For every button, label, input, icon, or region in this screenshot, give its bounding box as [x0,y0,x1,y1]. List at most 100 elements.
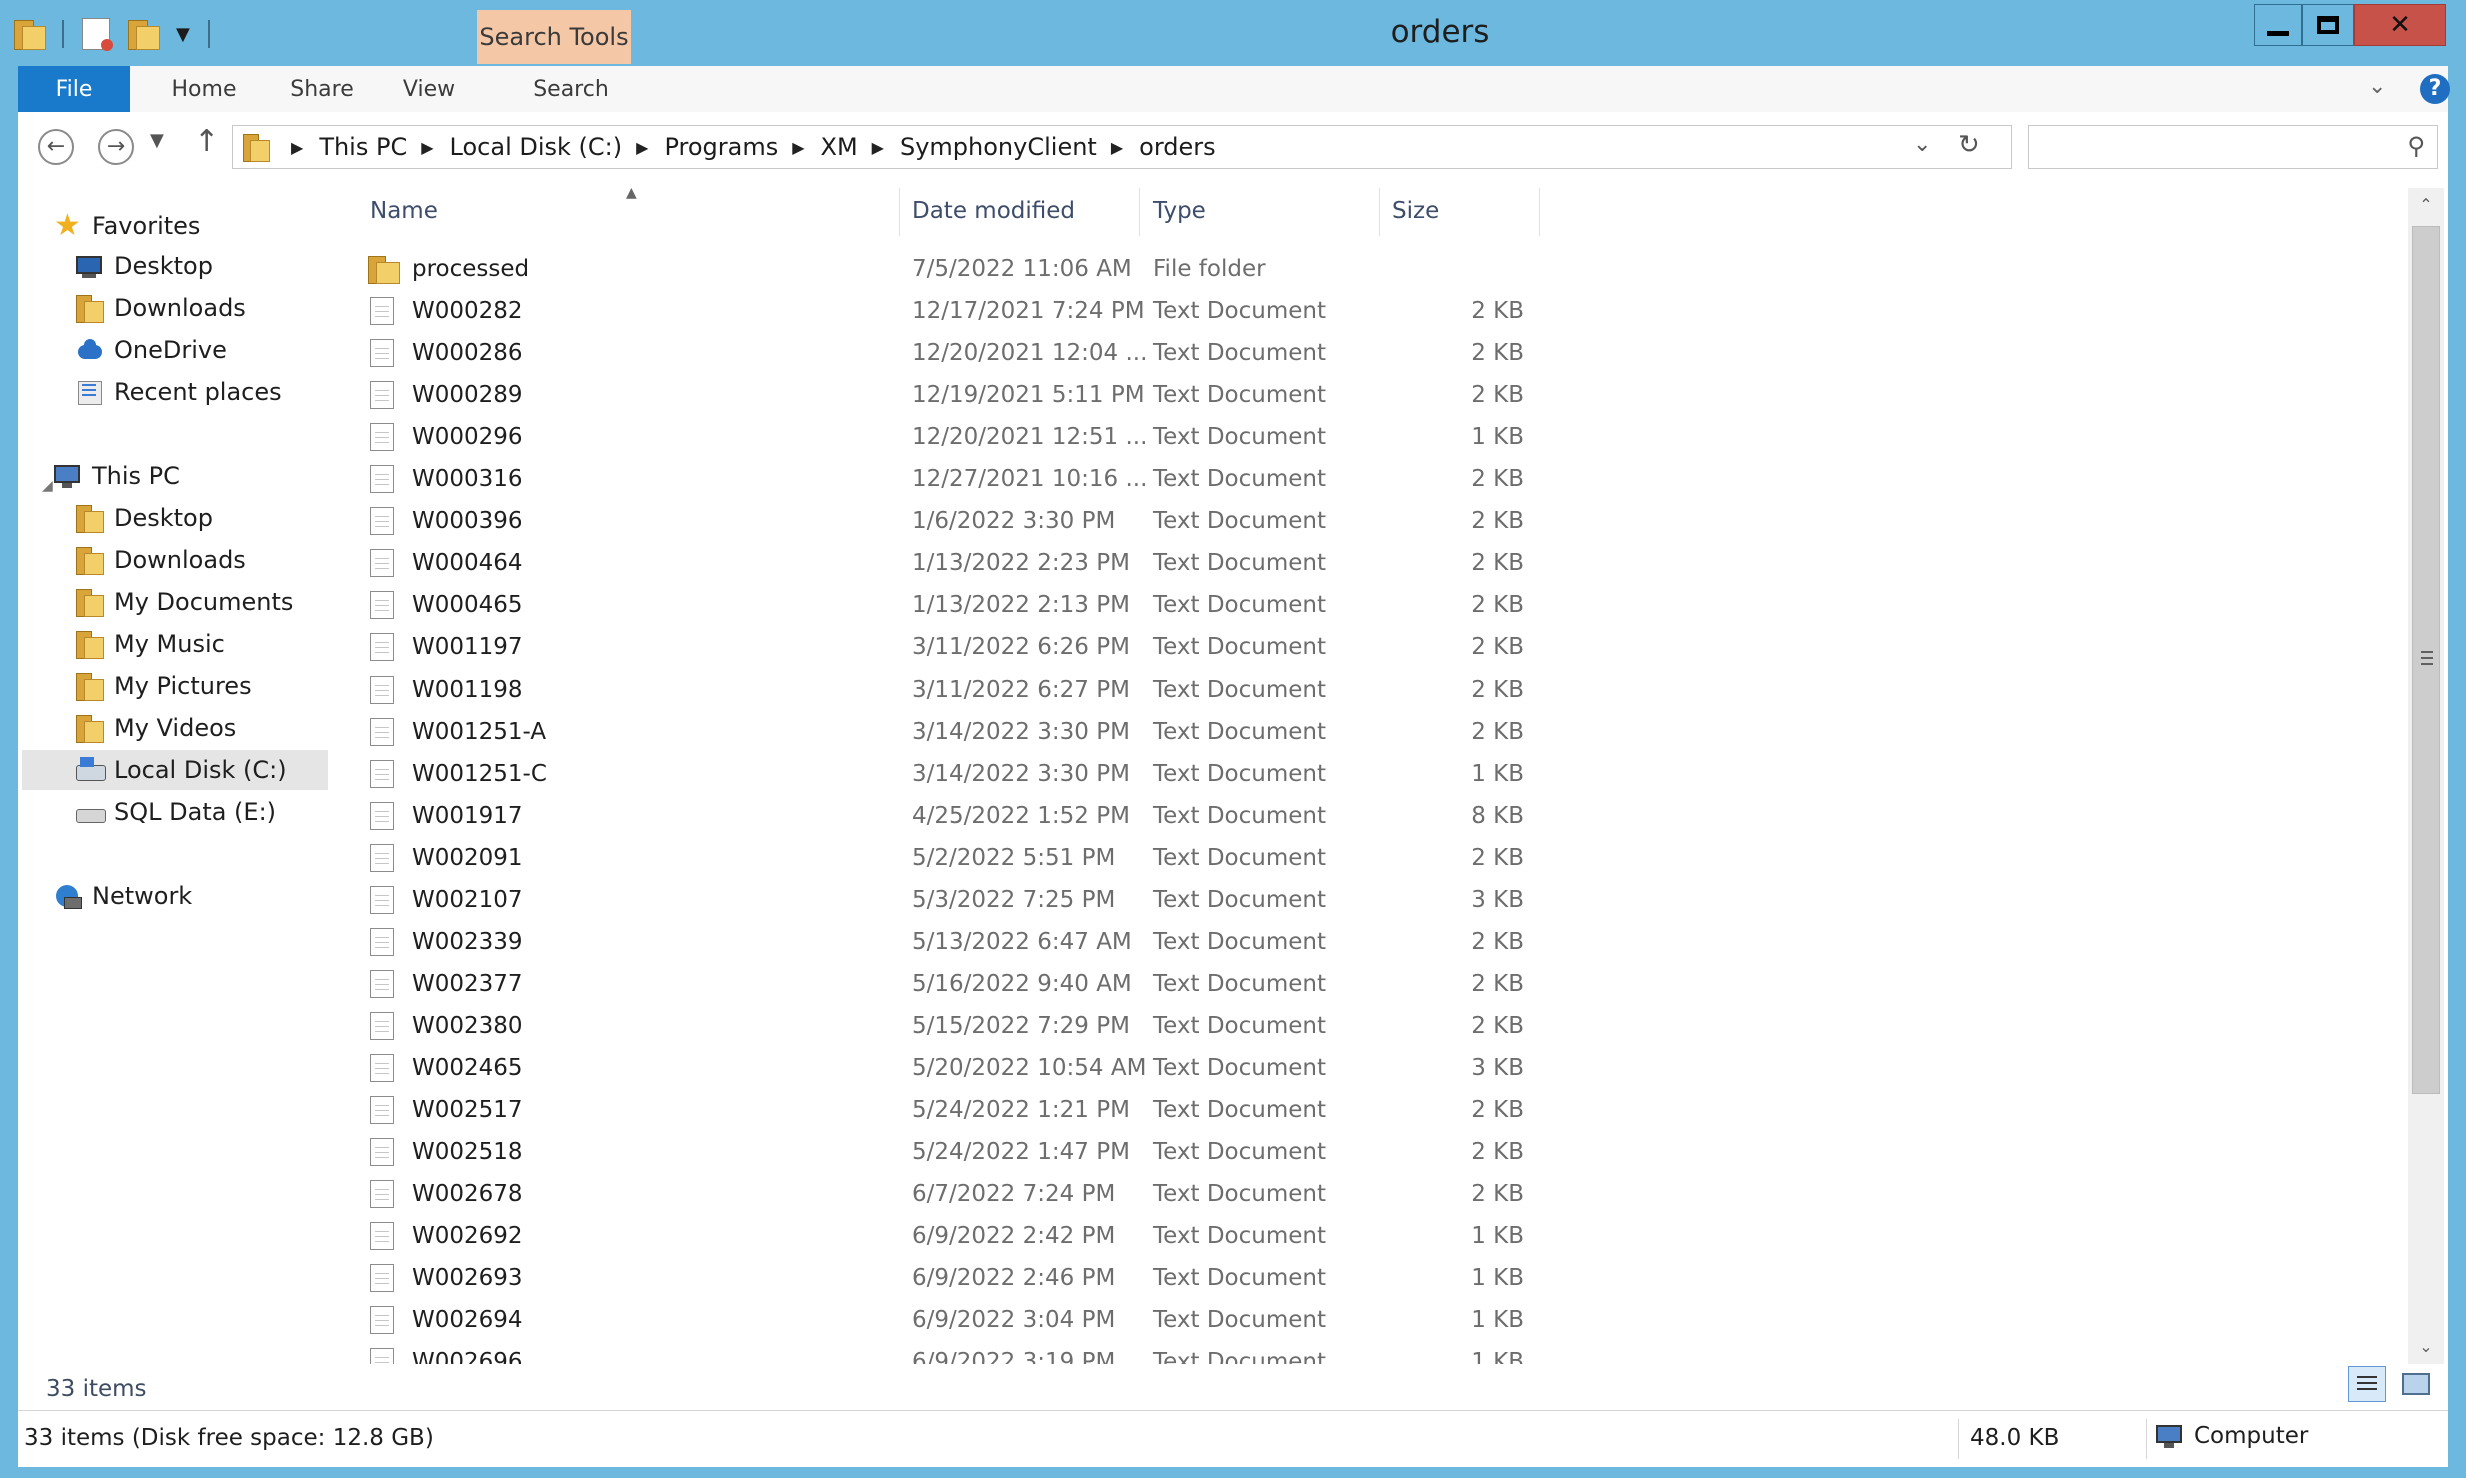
table-row[interactable]: W002465 5/20/2022 10:54 AM Text Document 3 … [340,1047,1540,1089]
nav-favorites[interactable]: ★ Favorites [54,206,200,246]
breadcrumb-separator-icon[interactable]: ▶ [636,138,648,157]
nav-favorites-downloads[interactable]: Downloads [76,288,246,328]
expand-ribbon-chevron-icon[interactable]: ⌄ [2368,74,2386,99]
nav-favorites-recent-places[interactable]: Recent places [76,372,282,412]
large-icons-view-icon[interactable] [2396,1366,2434,1402]
table-row[interactable]: W000296 12/20/2021 12:51 ... Text Document… [340,416,1540,458]
file-date-modified: 5/3/2022 7:25 PM [912,886,1116,913]
minimize-button[interactable] [2254,4,2302,46]
forward-button[interactable]: → [98,129,134,165]
tab-file[interactable]: File [18,66,130,112]
new-folder-icon[interactable] [128,20,160,50]
column-header-size[interactable]: Size [1380,188,1540,236]
table-row[interactable]: W002678 6/7/2022 7:24 PM Text Document 2 KB [340,1173,1540,1215]
nav-network[interactable]: Network [54,876,192,916]
table-row[interactable]: W002380 5/15/2022 7:29 PM Text Document 2 K… [340,1005,1540,1047]
table-row[interactable]: W000282 12/17/2021 7:24 PM Text Document 2 … [340,290,1540,332]
breadcrumb-separator-icon[interactable]: ▶ [792,138,804,157]
breadcrumb-separator-icon[interactable]: ▶ [872,138,884,157]
column-header-name[interactable]: ▲ Name [340,186,900,236]
nav-this-pc-sql-data[interactable]: SQL Data (E:) [76,792,276,832]
star-icon: ★ [54,208,81,243]
search-tools-context-tab[interactable]: Search Tools [477,10,631,64]
maximize-button[interactable] [2302,4,2354,46]
table-row[interactable]: W001198 3/11/2022 6:27 PM Text Document 2 K… [340,669,1540,711]
search-input[interactable]: ⚲ [2028,125,2438,169]
column-header-type[interactable]: Type [1140,188,1380,236]
nav-favorites-onedrive[interactable]: OneDrive [76,330,227,370]
tab-view[interactable]: View [384,66,474,112]
nav-this-pc-my-documents[interactable]: My Documents [76,582,293,622]
table-row[interactable]: W000286 12/20/2021 12:04 ... Text Document… [340,332,1540,374]
nav-this-pc-my-music[interactable]: My Music [76,624,225,664]
folder-icon[interactable] [14,20,46,50]
help-icon[interactable]: ? [2420,74,2450,104]
table-row[interactable]: W002517 5/24/2022 1:21 PM Text Document 2 K… [340,1089,1540,1131]
table-row[interactable]: W002692 6/9/2022 2:42 PM Text Document 1 KB [340,1215,1540,1257]
table-row[interactable]: W000396 1/6/2022 3:30 PM Text Document 2 KB [340,500,1540,542]
breadcrumb-this-pc[interactable]: This PC [319,133,407,161]
table-row[interactable]: W002091 5/2/2022 5:51 PM Text Document 2 KB [340,837,1540,879]
customize-toolbar-chevron-icon[interactable]: ▼ [176,24,190,45]
scroll-down-arrow-icon[interactable]: ⌄ [2408,1330,2444,1364]
table-row[interactable]: W002518 5/24/2022 1:47 PM Text Document 2 K… [340,1131,1540,1173]
scrollbar-thumb[interactable] [2412,226,2440,1094]
scroll-up-arrow-icon[interactable]: ⌃ [2408,188,2444,222]
file-name: W000464 [412,550,523,577]
table-row[interactable]: W000289 12/19/2021 5:11 PM Text Document 2 … [340,374,1540,416]
breadcrumb-orders[interactable]: orders [1139,133,1216,161]
file-name: W000316 [412,466,523,493]
details-view-icon[interactable] [2348,1366,2386,1402]
up-arrow-icon[interactable]: ↑ [194,124,219,159]
tab-share[interactable]: Share [272,66,372,112]
breadcrumb-local-disk[interactable]: Local Disk (C:) [450,133,623,161]
vertical-scrollbar[interactable]: ⌃ ⌄ [2408,188,2444,1364]
breadcrumb-separator-icon[interactable]: ▶ [291,138,303,157]
breadcrumb-programs[interactable]: Programs [664,133,778,161]
table-row[interactable]: W000464 1/13/2022 2:23 PM Text Document 2 K… [340,542,1540,584]
breadcrumb-separator-icon[interactable]: ▶ [1111,138,1123,157]
onedrive-cloud-icon [76,337,104,363]
close-button[interactable]: ✕ [2354,4,2446,46]
nav-this-pc-my-pictures[interactable]: My Pictures [76,666,252,706]
table-row[interactable]: W002693 6/9/2022 2:46 PM Text Document 1 KB [340,1257,1540,1299]
file-size: 2 KB [1471,1012,1524,1039]
nav-favorites-desktop[interactable]: Desktop [76,246,213,286]
nav-this-pc-downloads[interactable]: Downloads [76,540,246,580]
column-header-date-modified[interactable]: Date modified [900,188,1140,236]
main-area: ★ Favorites Desktop Downloads OneDrive R… [18,184,2448,1410]
tab-search[interactable]: Search [496,66,646,112]
nav-this-pc-local-disk[interactable]: Local Disk (C:) [22,750,328,790]
breadcrumb-symphonyclient[interactable]: SymphonyClient [900,133,1097,161]
table-row[interactable]: W001917 4/25/2022 1:52 PM Text Document 8 K… [340,795,1540,837]
refresh-icon[interactable]: ↻ [1958,130,1980,160]
file-date-modified: 1/13/2022 2:13 PM [912,592,1130,619]
table-row[interactable]: W000465 1/13/2022 2:13 PM Text Document 2 K… [340,584,1540,626]
properties-icon[interactable] [82,18,113,51]
address-history-chevron-icon[interactable]: ⌄ [1913,132,1931,157]
table-row[interactable]: W001251-A 3/14/2022 3:30 PM Text Document 2… [340,711,1540,753]
table-row[interactable]: W002377 5/16/2022 9:40 AM Text Document 2 K… [340,963,1540,1005]
status-bar: 33 items (Disk free space: 12.8 GB) 48.0… [18,1410,2448,1467]
nav-this-pc-desktop[interactable]: Desktop [76,498,213,538]
table-row[interactable]: W001197 3/11/2022 6:26 PM Text Document 2 K… [340,626,1540,668]
recent-locations-chevron-icon[interactable]: ▼ [150,130,164,151]
file-size: 2 KB [1471,340,1524,367]
table-row[interactable]: W002694 6/9/2022 3:04 PM Text Document 1 KB [340,1299,1540,1341]
table-row[interactable]: W000316 12/27/2021 10:16 ... Text Document… [340,458,1540,500]
table-row[interactable]: W002696 6/9/2022 3:19 PM Text Document 1 KB [340,1341,1540,1364]
breadcrumb-xm[interactable]: XM [821,133,858,161]
back-button[interactable]: ← [38,129,74,165]
table-row[interactable]: W002107 5/3/2022 7:25 PM Text Document 3 KB [340,879,1540,921]
search-icon[interactable]: ⚲ [2407,132,2425,160]
nav-this-pc[interactable]: This PC [54,456,180,496]
folder-row[interactable]: processed 7/5/2022 11:06 AM File folder [340,248,1540,290]
table-row[interactable]: W002339 5/13/2022 6:47 AM Text Document 2 K… [340,921,1540,963]
collapse-this-pc-icon[interactable]: ◢ [42,478,53,494]
breadcrumb-separator-icon[interactable]: ▶ [421,138,433,157]
file-type: Text Document [1153,1097,1326,1123]
tab-home[interactable]: Home [154,66,254,112]
address-bar[interactable]: ▶ This PC ▶ Local Disk (C:) ▶ Programs ▶… [232,125,2012,169]
nav-this-pc-my-videos[interactable]: My Videos [76,708,236,748]
table-row[interactable]: W001251-C 3/14/2022 3:30 PM Text Document 1… [340,753,1540,795]
